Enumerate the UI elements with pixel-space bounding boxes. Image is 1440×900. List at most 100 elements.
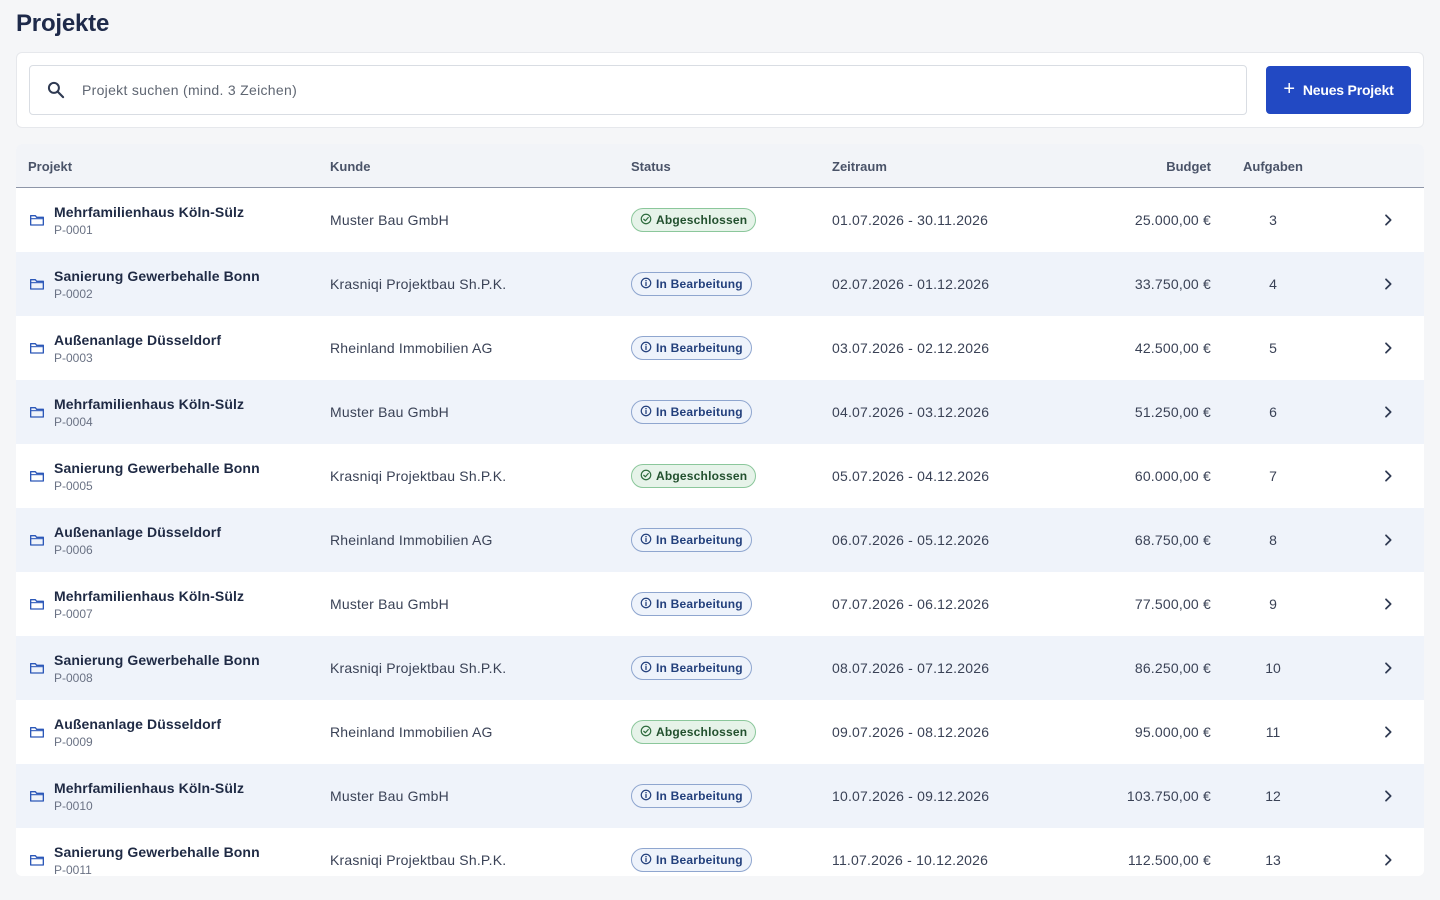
folder-icon <box>29 660 45 679</box>
chevron-right-icon[interactable] <box>1380 788 1396 807</box>
search-box[interactable] <box>29 65 1247 115</box>
check-circle-icon <box>640 469 652 484</box>
budget: 68.750,00 € <box>1134 532 1211 548</box>
chevron-right-icon[interactable] <box>1380 852 1396 871</box>
header-customer[interactable]: Kunde <box>330 159 370 174</box>
chevron-right-icon[interactable] <box>1380 340 1396 359</box>
table-row[interactable]: Außenanlage Düsseldorf P-0006 Rheinland … <box>16 508 1424 572</box>
info-circle-icon <box>640 661 652 676</box>
project-name: Mehrfamilienhaus Köln-Sülz <box>54 204 245 220</box>
new-project-button[interactable]: + Neues Projekt <box>1266 66 1411 114</box>
period: 09.07.2026 - 08.12.2026 <box>832 724 990 740</box>
folder-icon <box>29 596 45 615</box>
project-name: Sanierung Gewerbehalle Bonn <box>54 268 260 284</box>
table-row[interactable]: Sanierung Gewerbehalle Bonn P-0008 Krasn… <box>16 636 1424 700</box>
folder-icon <box>29 212 45 231</box>
folder-icon <box>29 852 45 871</box>
table-row[interactable]: Außenanlage Düsseldorf P-0009 Rheinland … <box>16 700 1424 764</box>
search-input[interactable] <box>82 82 1182 98</box>
chevron-right-icon[interactable] <box>1380 660 1396 679</box>
chevron-right-icon[interactable] <box>1380 212 1396 231</box>
info-circle-icon <box>640 405 652 420</box>
info-circle-icon <box>640 341 652 356</box>
chevron-right-icon[interactable] <box>1380 596 1396 615</box>
period: 01.07.2026 - 30.11.2026 <box>832 212 989 228</box>
folder-icon <box>29 724 45 743</box>
customer-name: Rheinland Immobilien AG <box>330 340 493 356</box>
project-id: P-0011 <box>54 863 92 876</box>
table-row[interactable]: Sanierung Gewerbehalle Bonn P-0005 Krasn… <box>16 444 1424 508</box>
project-id: P-0003 <box>54 351 93 365</box>
project-id: P-0002 <box>54 287 93 301</box>
customer-name: Muster Bau GmbH <box>330 596 449 612</box>
status-badge: In Bearbeitung <box>631 528 752 552</box>
project-id: P-0007 <box>54 607 93 621</box>
project-id: P-0008 <box>54 671 93 685</box>
task-count: 12 <box>1265 788 1281 804</box>
project-name: Mehrfamilienhaus Köln-Sülz <box>54 780 245 796</box>
header-tasks[interactable]: Aufgaben <box>1243 159 1303 174</box>
check-circle-icon <box>640 213 652 228</box>
task-count: 8 <box>1269 532 1277 548</box>
status-label: Abgeschlossen <box>656 725 748 739</box>
project-name: Sanierung Gewerbehalle Bonn <box>54 844 260 860</box>
info-circle-icon <box>640 789 652 804</box>
chevron-right-icon[interactable] <box>1380 404 1396 423</box>
status-label: In Bearbeitung <box>656 597 743 611</box>
customer-name: Muster Bau GmbH <box>330 788 449 804</box>
chevron-right-icon[interactable] <box>1380 468 1396 487</box>
task-count: 4 <box>1269 276 1277 292</box>
table-row[interactable]: Mehrfamilienhaus Köln-Sülz P-0007 Muster… <box>16 572 1424 636</box>
table-row[interactable]: Sanierung Gewerbehalle Bonn P-0002 Krasn… <box>16 252 1424 316</box>
table-row[interactable]: Mehrfamilienhaus Köln-Sülz P-0010 Muster… <box>16 764 1424 828</box>
period: 05.07.2026 - 04.12.2026 <box>832 468 990 484</box>
status-badge: In Bearbeitung <box>631 592 752 616</box>
project-id: P-0005 <box>54 479 93 493</box>
check-circle-icon <box>640 725 652 740</box>
budget: 33.750,00 € <box>1134 276 1211 292</box>
period: 03.07.2026 - 02.12.2026 <box>832 340 990 356</box>
header-period[interactable]: Zeitraum <box>832 159 887 174</box>
customer-name: Krasniqi Projektbau Sh.P.K. <box>330 852 507 868</box>
project-name: Sanierung Gewerbehalle Bonn <box>54 652 260 668</box>
status-label: In Bearbeitung <box>656 277 743 291</box>
period: 07.07.2026 - 06.12.2026 <box>832 596 990 612</box>
project-name: Außenanlage Düsseldorf <box>54 332 222 348</box>
status-badge: Abgeschlossen <box>631 208 757 232</box>
period: 10.07.2026 - 09.12.2026 <box>832 788 990 804</box>
table-row[interactable]: Außenanlage Düsseldorf P-0003 Rheinland … <box>16 316 1424 380</box>
header-budget[interactable]: Budget <box>1166 159 1211 174</box>
budget: 25.000,00 € <box>1134 212 1211 228</box>
header-project[interactable]: Projekt <box>28 159 72 174</box>
info-circle-icon <box>640 597 652 612</box>
period: 04.07.2026 - 03.12.2026 <box>832 404 990 420</box>
search-icon <box>30 80 82 100</box>
status-badge: In Bearbeitung <box>631 848 752 872</box>
status-badge: Abgeschlossen <box>631 464 757 488</box>
table-body: Mehrfamilienhaus Köln-Sülz P-0001 Muster… <box>16 188 1424 876</box>
status-label: In Bearbeitung <box>656 853 743 867</box>
table-header: Projekt Kunde Status Zeitraum Budget Auf… <box>16 144 1424 188</box>
folder-icon <box>29 788 45 807</box>
chevron-right-icon[interactable] <box>1380 724 1396 743</box>
project-name: Mehrfamilienhaus Köln-Sülz <box>54 396 245 412</box>
project-id: P-0009 <box>54 735 93 749</box>
period: 08.07.2026 - 07.12.2026 <box>832 660 990 676</box>
header-status[interactable]: Status <box>631 159 671 174</box>
status-label: Abgeschlossen <box>656 469 748 483</box>
status-badge: In Bearbeitung <box>631 272 752 296</box>
folder-icon <box>29 404 45 423</box>
info-circle-icon <box>640 277 652 292</box>
table-row[interactable]: Sanierung Gewerbehalle Bonn P-0011 Krasn… <box>16 828 1424 876</box>
chevron-right-icon[interactable] <box>1380 276 1396 295</box>
project-id: P-0010 <box>54 799 93 813</box>
budget: 112.500,00 € <box>1127 852 1211 868</box>
plus-icon: + <box>1283 78 1295 100</box>
task-count: 6 <box>1269 404 1277 420</box>
project-id: P-0004 <box>54 415 93 429</box>
table-row[interactable]: Mehrfamilienhaus Köln-Sülz P-0001 Muster… <box>16 188 1424 252</box>
chevron-right-icon[interactable] <box>1380 532 1396 551</box>
table-row[interactable]: Mehrfamilienhaus Köln-Sülz P-0004 Muster… <box>16 380 1424 444</box>
status-badge: In Bearbeitung <box>631 336 752 360</box>
customer-name: Rheinland Immobilien AG <box>330 724 493 740</box>
